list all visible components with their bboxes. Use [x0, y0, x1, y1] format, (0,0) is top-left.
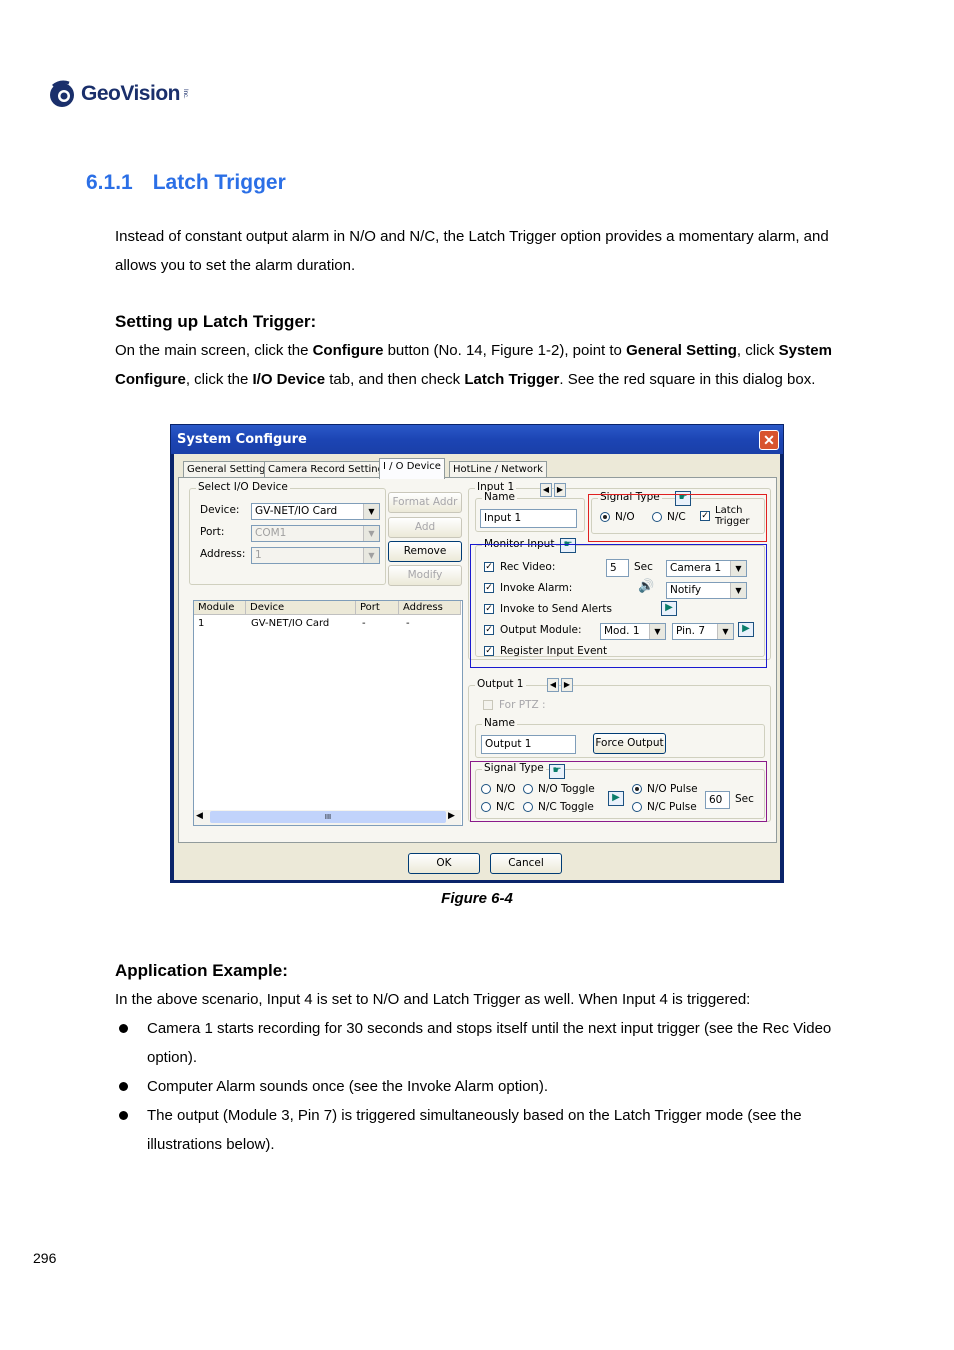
tab-hotline-network[interactable]: HotLine / Network: [449, 461, 547, 478]
setup-text: , click the: [185, 371, 253, 388]
address-value: 1: [255, 549, 262, 561]
system-configure-dialog: System Configure ✕ General Setting Camer…: [170, 424, 784, 883]
list-cell-port[interactable]: -: [362, 618, 366, 629]
device-list[interactable]: Module Device Port Address 1 GV-NET/IO C…: [193, 600, 463, 826]
output-signal-highlight-box: [470, 761, 767, 822]
chevron-down-icon: ▼: [363, 526, 379, 541]
for-ptz-label: For PTZ :: [499, 699, 546, 711]
application-example-heading: Application Example:: [115, 961, 288, 980]
group-label: Output 1: [475, 678, 526, 690]
logo-text: GeoVision: [81, 82, 180, 105]
list-header-port[interactable]: Port: [356, 601, 399, 615]
device-select[interactable]: GV-NET/IO Card ▼: [251, 503, 380, 520]
group-label: Name: [482, 717, 517, 729]
device-value: GV-NET/IO Card: [255, 505, 338, 517]
bullet-text: Camera 1 starts recording for 30 seconds…: [147, 1020, 832, 1066]
dialog-title: System Configure: [177, 432, 307, 447]
bullet-text: The output (Module 3, Pin 7) is triggere…: [147, 1107, 802, 1153]
add-button[interactable]: Add: [388, 517, 462, 538]
address-select[interactable]: 1 ▼: [251, 547, 380, 564]
list-item: Computer Alarm sounds once (see the Invo…: [115, 1072, 855, 1101]
dialog-body: General Setting Camera Record Setting I …: [174, 454, 780, 880]
setup-text: On the main screen, click the: [115, 342, 313, 359]
application-example-intro: In the above scenario, Input 4 is set to…: [115, 991, 751, 1008]
setup-bold: General Setting: [626, 342, 737, 359]
chevron-down-icon: ▼: [363, 504, 379, 519]
close-icon[interactable]: ✕: [759, 430, 779, 450]
force-output-button[interactable]: Force Output: [593, 733, 666, 754]
format-addr-button[interactable]: Format Addr: [388, 492, 462, 513]
monitor-input-highlight-box: [470, 544, 767, 668]
setup-text: , click: [736, 342, 779, 359]
list-header-device[interactable]: Device: [246, 601, 356, 615]
logo-trademark: Inc.: [181, 89, 188, 99]
setup-text: . See the red square in this dialog box.: [559, 371, 816, 388]
group-label: Select I/O Device: [196, 481, 290, 493]
device-label: Device:: [200, 504, 240, 516]
bullet-icon: [119, 1024, 128, 1033]
setup-bold: Configure: [312, 342, 384, 359]
horizontal-scrollbar[interactable]: ◀ III ▶: [194, 810, 461, 825]
port-select[interactable]: COM1 ▼: [251, 525, 380, 542]
setup-bold: I/O Device: [252, 371, 326, 388]
section-number: 6.1.1: [86, 171, 133, 194]
list-cell-address[interactable]: -: [406, 618, 410, 629]
section-heading: 6.1.1 Latch Trigger: [86, 171, 286, 195]
remove-button[interactable]: Remove: [388, 541, 462, 562]
spin-left-icon[interactable]: ◀: [540, 483, 552, 497]
list-item: Camera 1 starts recording for 30 seconds…: [115, 1014, 855, 1072]
spin-right-icon[interactable]: ▶: [554, 483, 566, 497]
io-device-tab-page: Select I/O Device Device: GV-NET/IO Card…: [178, 477, 777, 843]
ok-button[interactable]: OK: [408, 853, 480, 874]
scroll-left-icon[interactable]: ◀: [196, 811, 203, 821]
for-ptz-checkbox[interactable]: [483, 700, 493, 710]
tab-io-device[interactable]: I / O Device: [379, 458, 445, 479]
tab-general-setting[interactable]: General Setting: [183, 461, 270, 478]
section-title: Latch Trigger: [152, 171, 286, 194]
application-example-list: Camera 1 starts recording for 30 seconds…: [115, 1014, 855, 1159]
setup-heading: Setting up Latch Trigger:: [115, 312, 317, 331]
port-label: Port:: [200, 526, 225, 538]
scroll-right-icon[interactable]: ▶: [448, 811, 455, 821]
setup-bold: Latch Trigger: [464, 371, 560, 388]
list-item: The output (Module 3, Pin 7) is triggere…: [115, 1101, 855, 1159]
latch-highlight-box: [588, 494, 767, 542]
chevron-down-icon: ▼: [363, 548, 379, 563]
spin-left-icon[interactable]: ◀: [547, 678, 559, 692]
list-cell-module[interactable]: 1: [198, 618, 204, 629]
cancel-button[interactable]: Cancel: [490, 853, 562, 874]
address-label: Address:: [200, 548, 246, 560]
page-number: 296: [33, 1250, 57, 1266]
bullet-icon: [119, 1111, 128, 1120]
scroll-thumb[interactable]: III: [210, 811, 446, 823]
group-label: Name: [482, 491, 517, 503]
setup-text: tab, and then check: [325, 371, 465, 388]
input-name-field[interactable]: Input 1: [480, 509, 577, 528]
setup-text: button (No. 14, Figure 1-2), point to: [383, 342, 627, 359]
spin-right-icon[interactable]: ▶: [561, 678, 573, 692]
tab-camera-record-setting[interactable]: Camera Record Setting: [264, 461, 388, 478]
figure-caption: Figure 6-4: [441, 890, 513, 907]
modify-button[interactable]: Modify: [388, 565, 462, 586]
port-value: COM1: [255, 527, 287, 539]
setup-paragraph: On the main screen, click the Configure …: [115, 336, 855, 394]
list-cell-device[interactable]: GV-NET/IO Card: [251, 618, 329, 629]
list-header-address[interactable]: Address: [399, 601, 461, 615]
dialog-titlebar: System Configure ✕: [171, 425, 783, 454]
geovision-logo-mark-icon: [47, 79, 77, 109]
bullet-icon: [119, 1082, 128, 1091]
geovision-logo: GeoVision Inc.: [47, 74, 188, 114]
list-header-module[interactable]: Module: [194, 601, 246, 615]
intro-paragraph: Instead of constant output alarm in N/O …: [115, 228, 829, 274]
bullet-text: Computer Alarm sounds once (see the Invo…: [147, 1078, 549, 1095]
output-name-field[interactable]: Output 1: [481, 735, 576, 754]
